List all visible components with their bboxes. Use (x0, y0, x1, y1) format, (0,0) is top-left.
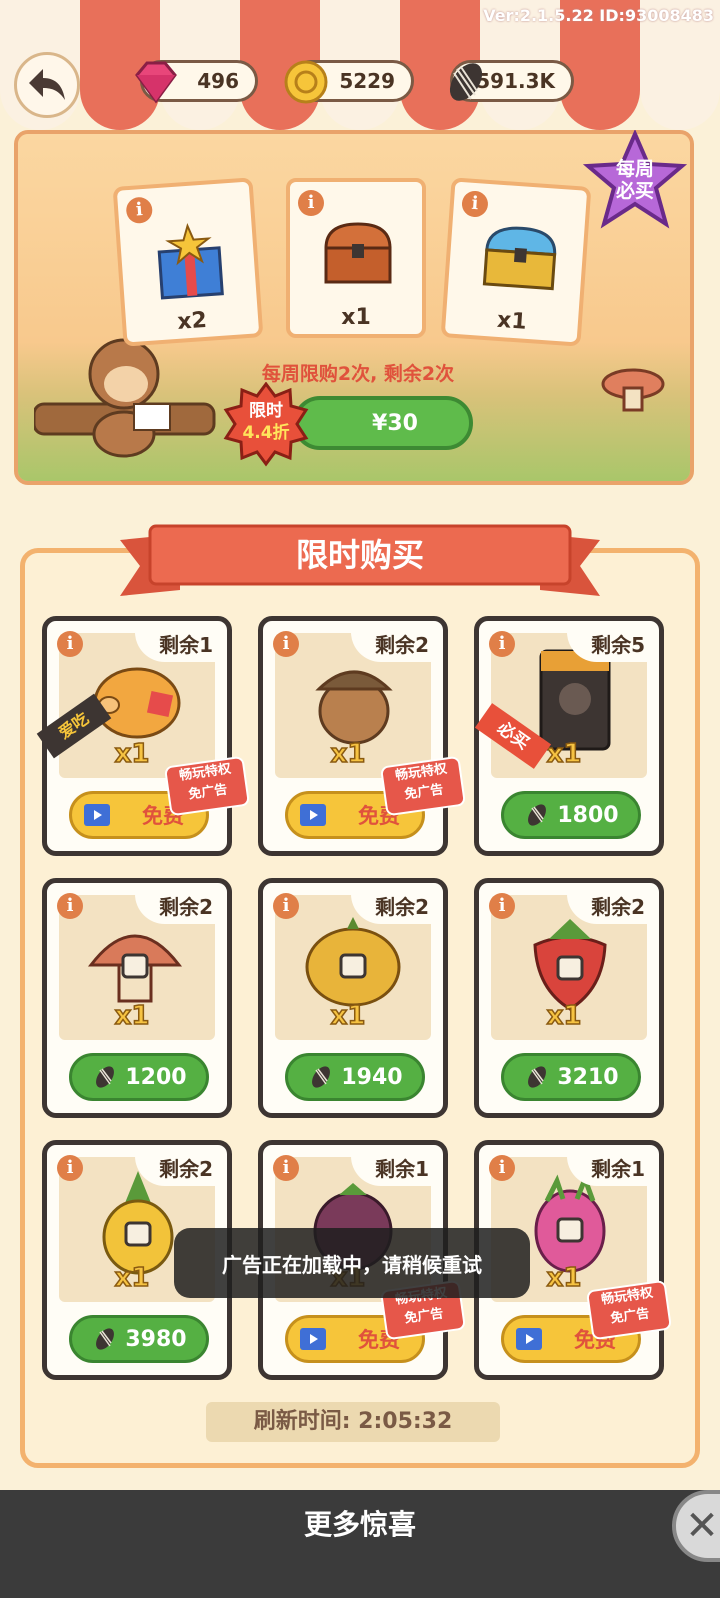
coin-icon (284, 60, 328, 104)
version-label: Ver:2.1.5.22 ID:93008483 (483, 6, 714, 25)
shop-item-card[interactable]: i 剩余1 x1 爱吃 免费 畅玩特权 免广告 (36, 616, 251, 856)
back-button[interactable] (14, 52, 80, 118)
info-icon[interactable]: i (57, 1155, 83, 1181)
badge-line-2: 必买 (615, 180, 654, 202)
shop-item-card[interactable]: i 剩余2 x1 3210 (474, 878, 664, 1118)
wooden-chest-icon (324, 222, 392, 284)
remaining-count: 剩余2 (351, 887, 439, 924)
gem-counter: 496 (135, 60, 258, 104)
seed-price-button[interactable]: 1940 (285, 1053, 425, 1101)
weekly-limit-note: 每周限购2次, 剩余2次 (261, 363, 455, 385)
shop-item-card[interactable]: i 剩余5 x1 必买 1800 (474, 616, 664, 856)
info-icon[interactable]: i (489, 1155, 515, 1181)
info-icon[interactable]: i (489, 893, 515, 919)
seed-price-button[interactable]: 1800 (501, 791, 641, 839)
price-label: 1800 (557, 802, 619, 828)
remaining-count: 剩余5 (567, 625, 655, 662)
sunflower-seed-icon (312, 1066, 331, 1088)
golden-chest-icon (482, 226, 557, 291)
remaining-count: 剩余2 (351, 625, 439, 662)
info-icon[interactable]: i (273, 893, 299, 919)
seed-counter: 591.3K (449, 60, 574, 102)
weekly-buy-button[interactable]: ¥30 (293, 396, 473, 450)
refresh-timer: 刷新时间: 2:05:32 (206, 1402, 500, 1442)
gem-count: 496 (197, 69, 239, 93)
item-qty: x1 (546, 1000, 582, 1032)
reward-qty: x1 (496, 307, 528, 335)
reward-qty: x1 (341, 305, 371, 330)
sunflower-seed-icon (96, 1328, 115, 1350)
sunflower-seed-icon (528, 804, 547, 826)
reward-card[interactable]: i x2 (112, 177, 264, 347)
sunflower-seed-icon (528, 1066, 547, 1088)
ad-loading-toast: 广告正在加载中，请稍候重试 (174, 1228, 530, 1298)
section-title: 限时购买 (295, 536, 424, 574)
badge-line-1: 每周 (615, 158, 654, 180)
remaining-count: 剩余2 (135, 1149, 223, 1186)
price-label: 1200 (125, 1064, 187, 1090)
shop-item-card[interactable]: i 剩余2 x1 1200 (42, 878, 232, 1118)
back-arrow-icon (29, 69, 65, 100)
price-label: 3980 (125, 1326, 187, 1352)
ad-free-privilege-tag: 畅玩特权 免广告 (585, 1279, 673, 1341)
video-ad-icon (300, 1328, 326, 1350)
reward-card[interactable]: i x1 (286, 178, 426, 338)
acorn-icon (315, 670, 393, 745)
discount-label: 限时 (249, 401, 283, 421)
more-surprises-label[interactable]: 更多惊喜 (0, 1490, 720, 1560)
weekly-must-buy-badge: 每周 必买 (580, 130, 690, 230)
info-icon[interactable]: i (273, 631, 299, 657)
price-label: 1940 (341, 1064, 403, 1090)
shop-item-card[interactable]: i 剩余2 x1 免费 畅玩特权 免广告 (258, 616, 467, 856)
sunflower-seed-icon (96, 1066, 115, 1088)
info-icon[interactable]: i (273, 1155, 299, 1181)
price-label: 3210 (557, 1064, 619, 1090)
discount-badge: 限时 4.4折 (223, 382, 309, 468)
remaining-count: 剩余2 (135, 887, 223, 924)
coin-count: 5229 (339, 69, 395, 93)
discount-value: 4.4折 (242, 423, 290, 443)
coin-counter: 5229 (284, 60, 414, 104)
info-icon[interactable]: i (461, 190, 489, 218)
video-ad-icon (300, 804, 326, 826)
strawberry-icon (533, 919, 607, 1011)
gift-box-icon (157, 222, 224, 300)
remaining-count: 剩余1 (567, 1149, 655, 1186)
mushroom-icon (87, 934, 183, 1003)
item-qty: x1 (114, 1000, 150, 1032)
reward-qty: x2 (176, 307, 208, 335)
video-ad-icon (84, 804, 110, 826)
seed-price-button[interactable]: 3980 (69, 1315, 209, 1363)
sunflower-seed-icon (449, 63, 483, 101)
item-qty: x1 (330, 1000, 366, 1032)
info-icon[interactable]: i (57, 631, 83, 657)
pumpkin-icon (305, 917, 401, 1007)
reward-card[interactable]: i x1 (440, 177, 592, 347)
info-icon[interactable]: i (298, 190, 324, 216)
remaining-count: 剩余1 (135, 625, 223, 662)
info-icon[interactable]: i (489, 631, 515, 657)
close-icon: ✕ (685, 1503, 719, 1549)
remaining-count: 剩余1 (351, 1149, 439, 1186)
dragon-fruit-icon (534, 1171, 606, 1273)
video-ad-icon (516, 1328, 542, 1350)
seed-price-button[interactable]: 3210 (501, 1053, 641, 1101)
shop-item-card[interactable]: i 剩余2 x1 1940 (258, 878, 448, 1118)
piggy-bank-icon (93, 667, 181, 739)
info-icon[interactable]: i (125, 196, 154, 225)
info-icon[interactable]: i (57, 893, 83, 919)
remaining-count: 剩余2 (567, 887, 655, 924)
gem-icon (135, 61, 177, 104)
seed-price-button[interactable]: 1200 (69, 1053, 209, 1101)
